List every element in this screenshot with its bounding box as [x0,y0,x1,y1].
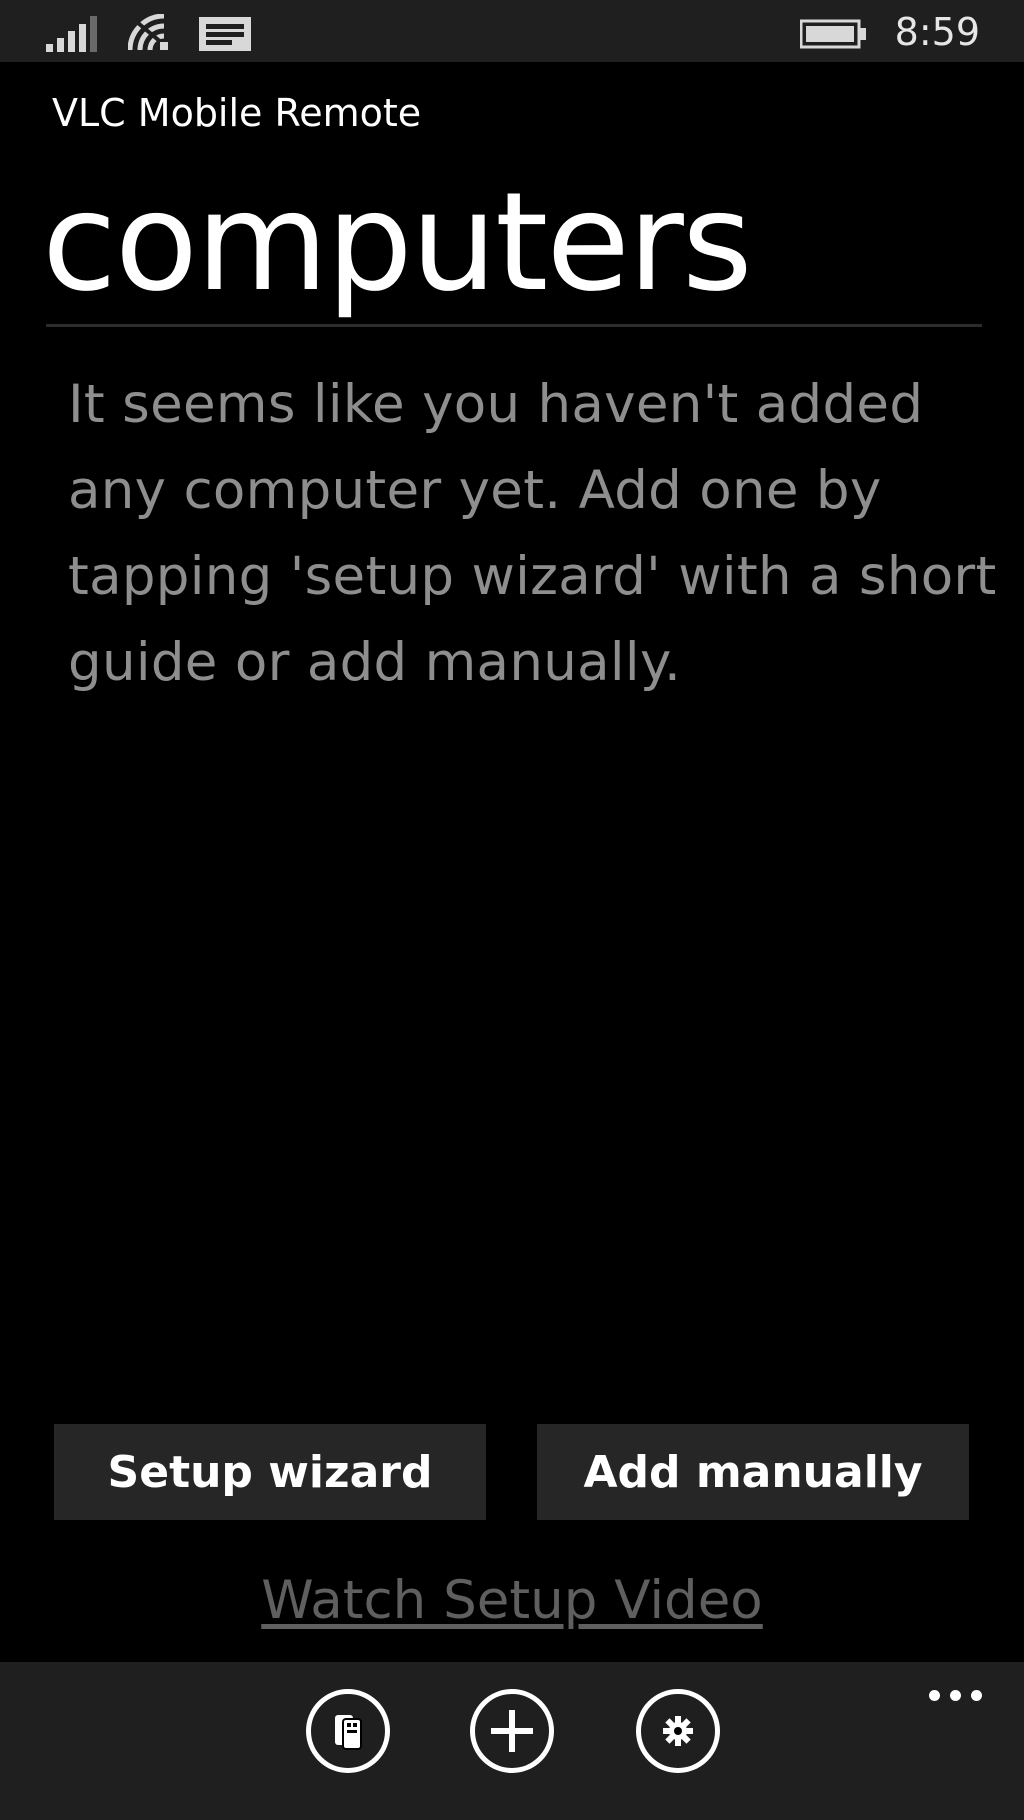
more-dot [971,1690,982,1701]
battery-icon [799,19,868,53]
settings-icon [660,1713,696,1749]
signal-bars-icon [46,16,102,52]
settings-button[interactable] [636,1689,720,1773]
more-dot [950,1690,961,1701]
header-divider [46,324,982,327]
message-icon [198,16,252,52]
more-dot [929,1690,940,1701]
add-manually-button[interactable]: Add manually [537,1424,969,1520]
wifi-icon [128,14,172,52]
remote-button[interactable] [306,1689,390,1773]
setup-wizard-button[interactable]: Setup wizard [54,1424,486,1520]
status-bar: 8:59 [0,0,1024,62]
status-time: 8:59 [894,10,980,54]
more-icon[interactable] [929,1684,982,1707]
add-icon [489,1708,535,1754]
app-bar [0,1662,1024,1820]
page-title: computers [42,164,753,322]
app-title: VLC Mobile Remote [52,91,422,135]
add-computer-button[interactable] [470,1689,554,1773]
remote-icon [331,1711,365,1751]
status-icons [46,12,252,52]
empty-state-message: It seems like you haven't added any comp… [68,374,997,693]
watch-setup-video-link[interactable]: Watch Setup Video [0,1568,1024,1634]
